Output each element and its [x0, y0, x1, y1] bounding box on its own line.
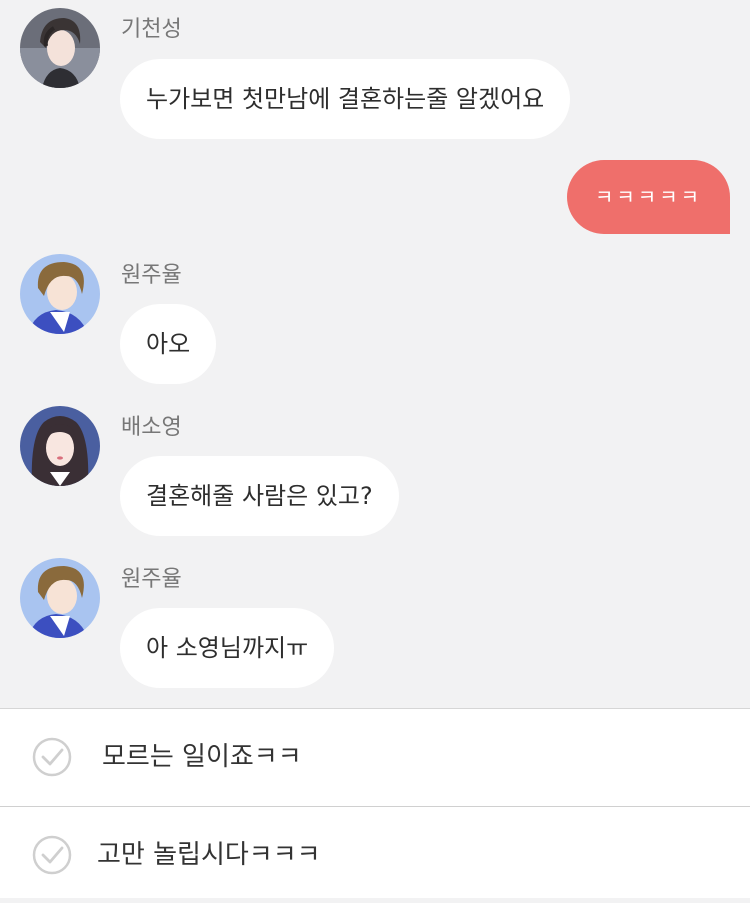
check-circle-icon	[32, 835, 72, 875]
message-bubble: 결혼해줄 사람은 있고?	[120, 456, 399, 536]
reply-choices: 모르는 일이죠ㅋㅋ 고만 놀립시다ㅋㅋㅋ	[0, 708, 750, 898]
sender-name: 배소영	[121, 415, 182, 440]
message-item: 원주율 아오	[0, 240, 750, 390]
sender-name: 기천성	[121, 17, 182, 42]
message-bubble: 아오	[120, 304, 217, 384]
reply-choice-2[interactable]: 고만 놀립시다ㅋㅋㅋ	[0, 806, 750, 903]
reply-choice-1[interactable]: 모르는 일이죠ㅋㅋ	[0, 709, 750, 805]
message-bubble: 아 소영님까지ㅠ	[120, 608, 335, 688]
message-item-mine: ㅋㅋㅋㅋㅋ	[0, 150, 750, 240]
my-message-bubble: ㅋㅋㅋㅋㅋ	[567, 160, 730, 234]
message-item: 기천성 누가보면 첫만남에 결혼하는줄 알겠어요	[0, 0, 750, 150]
woman-long-hair-avatar[interactable]	[20, 406, 100, 486]
message-item: 원주율 아 소영님까지ㅠ	[0, 544, 750, 694]
sender-name: 원주율	[121, 567, 182, 592]
chat-log: 기천성 누가보면 첫만남에 결혼하는줄 알겠어요 ㅋㅋㅋㅋㅋ 원주율 아오 배소…	[0, 0, 750, 708]
man-dark-hair-avatar[interactable]	[20, 8, 100, 88]
reply-choice-label: 모르는 일이죠ㅋㅋ	[102, 742, 302, 772]
check-circle-icon	[32, 737, 72, 777]
man-brown-hair-avatar[interactable]	[20, 254, 100, 334]
sender-name: 원주율	[121, 263, 182, 288]
reply-choice-label: 고만 놀립시다ㅋㅋㅋ	[97, 840, 321, 870]
man-brown-hair-avatar[interactable]	[20, 558, 100, 638]
message-bubble: 누가보면 첫만남에 결혼하는줄 알겠어요	[120, 59, 571, 139]
message-item: 배소영 결혼해줄 사람은 있고?	[0, 392, 750, 542]
